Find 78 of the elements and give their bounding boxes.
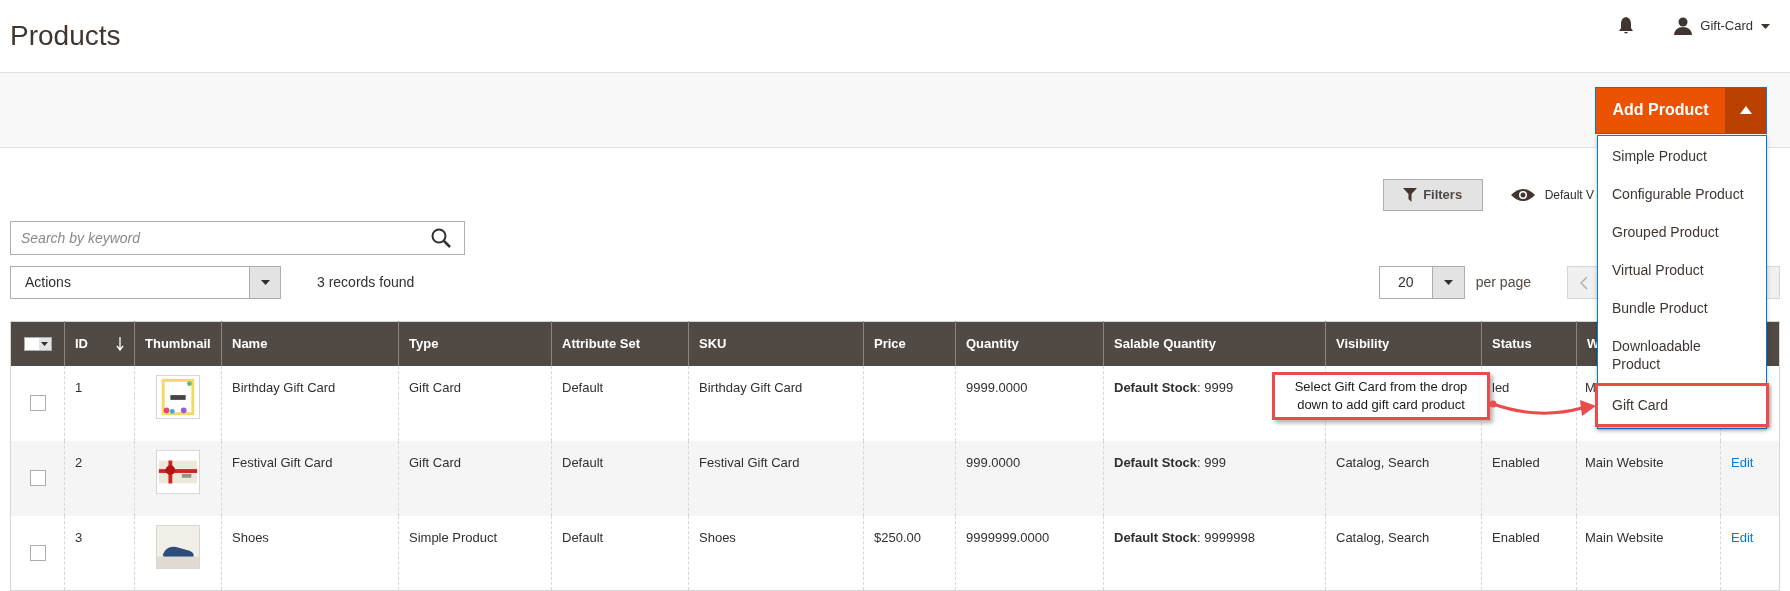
table-cell: 1	[75, 379, 83, 395]
table-cell: Festival Gift Card	[699, 454, 800, 470]
table-cell: Main Website	[1585, 454, 1664, 470]
column-header[interactable]: Quantity	[955, 321, 1104, 366]
edit-link[interactable]: Edit	[1731, 529, 1754, 545]
table-cell: $250.00	[874, 529, 921, 545]
user-menu[interactable]: Gift-Card	[1700, 16, 1753, 36]
table-cell: 2	[75, 454, 83, 470]
row-checkbox[interactable]	[29, 470, 46, 486]
add-product-toggle[interactable]	[1725, 87, 1766, 133]
table-cell: Default Stock: 999	[1114, 454, 1226, 470]
table-cell: Default	[562, 379, 604, 395]
column-header[interactable]: ID	[64, 321, 135, 366]
table-cell: Shoes	[699, 529, 736, 545]
row-checkbox[interactable]	[29, 395, 46, 411]
table-cell: Gift Card	[409, 379, 461, 395]
menu-item[interactable]: Grouped Product	[1598, 213, 1766, 251]
table-cell: 3	[75, 529, 83, 545]
caret-icon	[1443, 280, 1453, 285]
caret-icon	[1761, 23, 1770, 29]
menu-item[interactable]: Configurable Product	[1598, 175, 1766, 213]
user-icon	[1674, 17, 1693, 35]
table-cell: Enabled	[1492, 454, 1540, 470]
table-cell: Default Stock: 9999998	[1114, 529, 1255, 545]
table-cell: Gift Card	[409, 454, 461, 470]
eye-icon	[1510, 188, 1535, 202]
page-title: Products	[10, 19, 121, 53]
menu-item[interactable]: Bundle Product	[1598, 289, 1766, 327]
table-cell: 999.0000	[966, 454, 1021, 470]
table-cell: Main Website	[1585, 529, 1664, 545]
table-cell: led	[1492, 379, 1510, 395]
chevron-left-icon	[1580, 275, 1588, 290]
table-cell: Birthday Gift Card	[232, 379, 336, 395]
table-cell: Catalog, Search	[1336, 529, 1430, 545]
column-header[interactable]: Type	[398, 321, 552, 366]
search-field[interactable]: Search by keyword	[10, 221, 465, 255]
table-cell: Festival Gift Card	[232, 454, 333, 470]
table-cell: Default Stock: 9999	[1114, 379, 1234, 395]
table-cell: Birthday Gift Card	[699, 379, 803, 395]
table-cell: Enabled	[1492, 529, 1540, 545]
table-cell: Default	[562, 529, 604, 545]
menu-item[interactable]: Virtual Product	[1598, 251, 1766, 289]
table-cell: Catalog, Search	[1336, 454, 1430, 470]
caret-icon	[1739, 106, 1752, 114]
table-cell: Default	[562, 454, 604, 470]
table-cell: Shoes	[232, 529, 269, 545]
edit-link[interactable]: Edit	[1731, 454, 1754, 470]
table-cell: Simple Product	[409, 529, 498, 545]
filter-icon	[1403, 188, 1418, 202]
column-header[interactable]: Status	[1481, 321, 1577, 366]
records-count: 3 records found	[317, 273, 415, 292]
menu-item[interactable]: Downloadable Product	[1598, 327, 1766, 383]
column-header[interactable]: Price	[863, 321, 956, 366]
per-page-select[interactable]: 20	[1378, 266, 1465, 299]
table-cell: 9999999.0000	[966, 529, 1050, 545]
table-cell: 9999.0000	[966, 379, 1028, 395]
column-header[interactable]: Attribute Set	[551, 321, 689, 366]
column-header[interactable]: Salable Quantity	[1103, 321, 1326, 366]
view-switcher[interactable]: Default V	[1544, 186, 1594, 204]
caret-icon	[41, 341, 48, 346]
callout-note: Select Gift Card from the drop down to add gift card product	[1272, 371, 1490, 420]
actions-select[interactable]: Actions	[10, 266, 281, 299]
filters-button[interactable]: Filters	[1382, 179, 1483, 211]
arrow-down-icon	[116, 336, 124, 351]
bell-icon[interactable]	[1618, 17, 1635, 35]
column-header[interactable]: Visibility	[1325, 321, 1482, 366]
column-header[interactable]: Name	[221, 321, 399, 366]
menu-item[interactable]: Gift Card	[1595, 383, 1769, 427]
search-icon[interactable]	[431, 228, 451, 248]
caret-icon	[260, 280, 270, 285]
per-page-label: per page	[1475, 273, 1531, 292]
table-cell: M	[1585, 379, 1596, 395]
add-product-button[interactable]: Add Product	[1596, 87, 1725, 133]
column-header[interactable]: SKU	[688, 321, 864, 366]
column-header[interactable]: Thumbnail	[134, 321, 222, 366]
row-checkbox[interactable]	[29, 544, 46, 561]
mass-select-control[interactable]	[23, 336, 52, 351]
menu-item[interactable]: Simple Product	[1598, 137, 1766, 175]
